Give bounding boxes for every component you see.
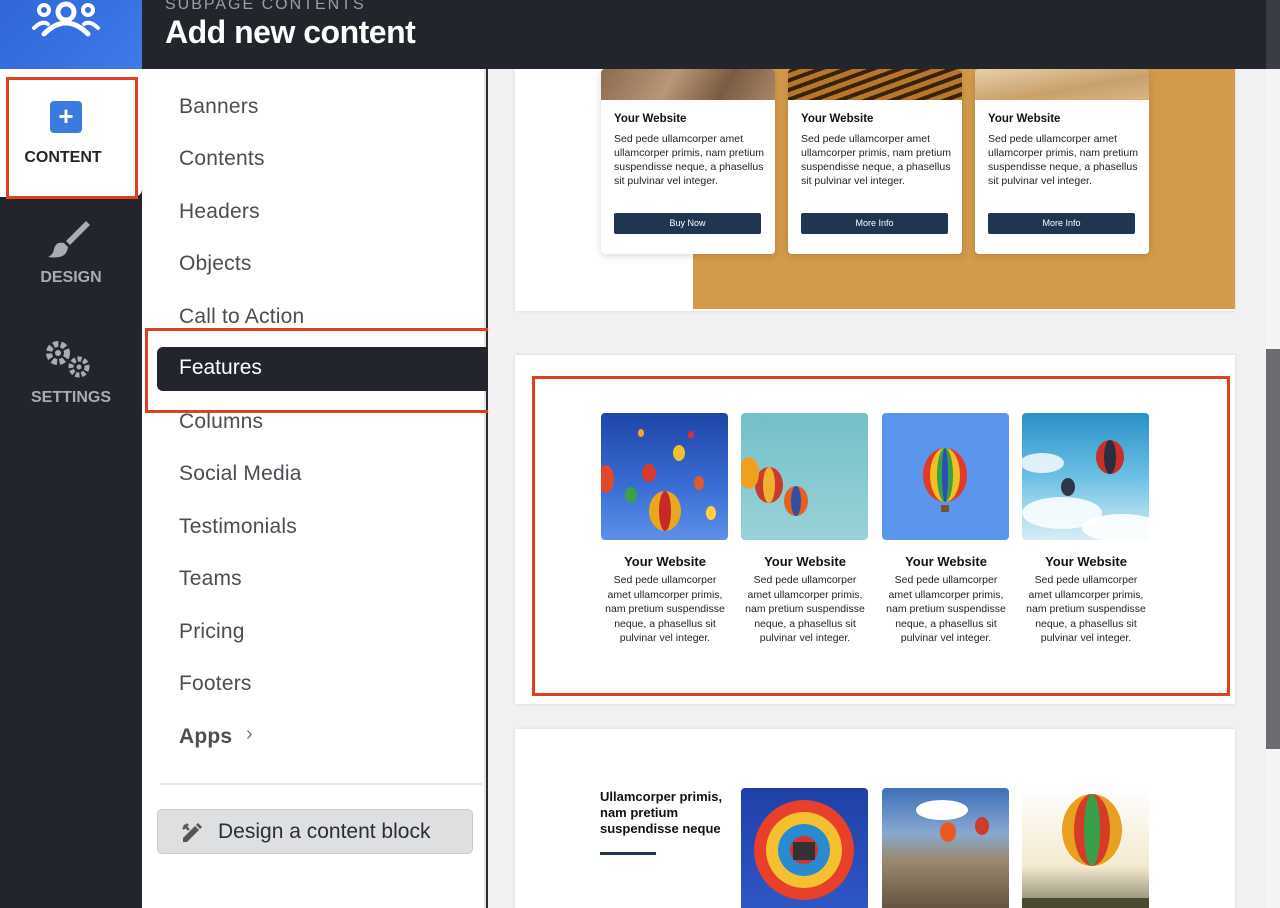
nav-settings-label: SETTINGS [30,389,111,406]
card-button: More Info [988,213,1135,234]
nav-design[interactable]: DESIGN [0,209,142,299]
pricing-card: Your Website Sed pede ullamcorper amet u… [975,69,1149,254]
people-group-icon [32,1,100,37]
divider [160,783,482,785]
highlight-features-template [532,376,1230,696]
card-text: Sed pede ullamcorper amet ullamcorper pr… [614,133,764,187]
category-objects[interactable]: Objects [179,252,252,276]
highlight-content-nav [6,77,138,199]
template-block-heading-images[interactable]: Ullamcorper primis, nam pretium suspendi… [515,729,1235,908]
card-title: Your Website [801,113,874,125]
balloon-closeup-image [741,788,868,908]
category-columns[interactable]: Columns [179,410,263,434]
card-button: More Info [801,213,948,234]
category-pricing[interactable]: Pricing [179,620,245,644]
category-panel: Banners Contents Headers Objects Call to… [142,69,499,908]
top-bar: SUBPAGE CONTENTS Add new content [0,0,1266,69]
desert-image [975,69,1149,100]
card-text: Sed pede ullamcorper amet ullamcorper pr… [801,133,951,187]
category-banners[interactable]: Banners [179,95,259,119]
category-contents[interactable]: Contents [179,147,265,171]
card-title: Your Website [614,113,687,125]
nav-settings[interactable]: SETTINGS [0,329,142,419]
cracked-earth-image [601,69,775,100]
page-subtitle: SUBPAGE CONTENTS [165,0,366,13]
balloons-mountains-image [882,788,1009,908]
highlight-features-category [145,328,507,413]
block-heading: Ullamcorper primis, nam pretium suspendi… [600,789,723,836]
category-apps[interactable]: Apps [179,725,232,749]
category-footers[interactable]: Footers [179,672,252,696]
app-logo[interactable] [0,0,142,69]
chevron-right-icon: › [246,723,253,745]
card-text: Sed pede ullamcorper amet ullamcorper pr… [988,133,1138,187]
gears-icon [46,341,90,378]
category-call-to-action[interactable]: Call to Action [179,305,304,329]
paintbrush-icon [48,221,90,258]
design-content-block-label: Design a content block [218,820,431,843]
nav-design-label: DESIGN [40,269,102,286]
card-button: Buy Now [614,213,761,234]
balloon-sunset-image [1022,788,1149,908]
card-title: Your Website [988,113,1061,125]
design-content-block-button[interactable]: Design a content block [157,809,473,854]
category-teams[interactable]: Teams [179,567,242,591]
category-headers[interactable]: Headers [179,200,260,224]
heading-underline [600,852,656,855]
category-social-media[interactable]: Social Media [179,462,302,486]
pencil-ruler-icon [182,823,202,842]
page-title: Add new content [165,14,416,50]
pricing-card: Your Website Sed pede ullamcorper amet u… [601,69,775,254]
background-page-edge [1266,0,1280,908]
pricing-card: Your Website Sed pede ullamcorper amet u… [788,69,962,254]
category-testimonials[interactable]: Testimonials [179,515,297,539]
template-block-cards[interactable]: Your Website Sed pede ullamcorper amet u… [515,69,1235,311]
dunes-image [788,69,962,100]
